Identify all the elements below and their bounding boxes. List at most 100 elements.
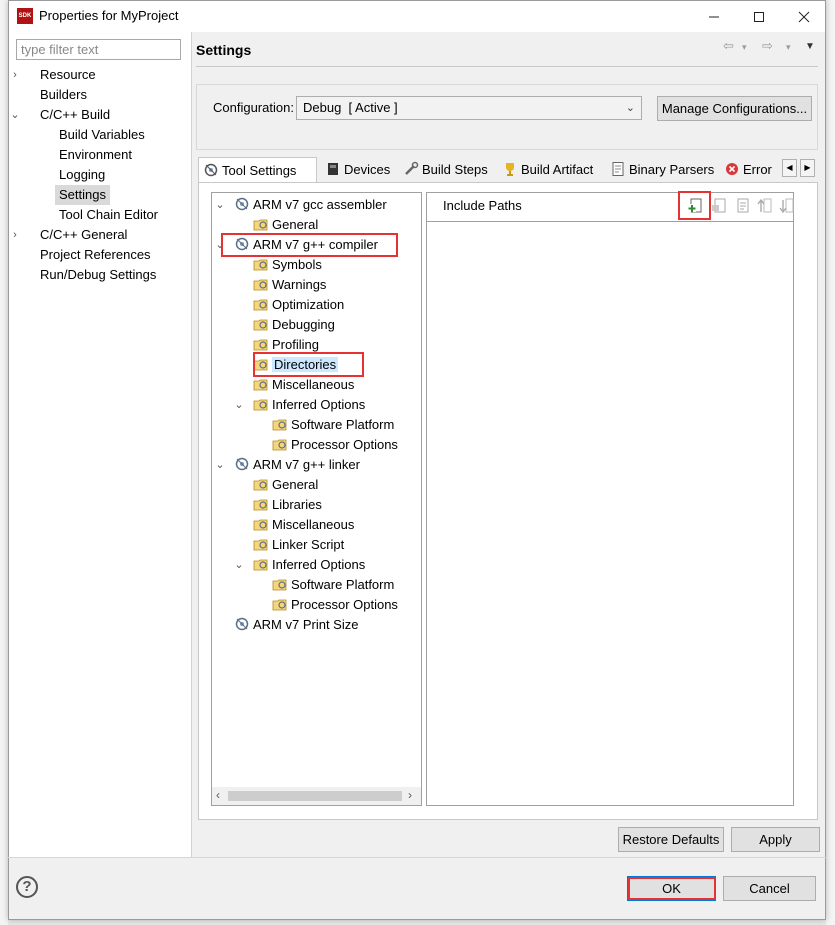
folder-icon <box>253 339 268 351</box>
apply-button[interactable]: Apply <box>731 827 820 852</box>
nav-item-logging[interactable]: Logging <box>59 165 105 185</box>
binary-file-icon <box>612 162 624 176</box>
chevron-down-icon[interactable]: ⌄ <box>233 395 245 415</box>
tool-tree: ⌄ ARM v7 gcc assembler General ⌄ ARM v7 g++ … <box>211 192 422 806</box>
folder-icon <box>272 419 287 431</box>
folder-icon <box>253 559 268 571</box>
tab-label: Error <box>743 162 772 177</box>
chevron-down-icon: ⌄ <box>625 102 635 114</box>
move-down-icon[interactable] <box>778 197 796 215</box>
tree-node-software-platform[interactable]: Software Platform <box>272 415 394 435</box>
background-window-right <box>826 0 835 925</box>
chevron-down-icon[interactable]: ⌄ <box>9 105 21 125</box>
nav-item-build-variables[interactable]: Build Variables <box>59 125 145 145</box>
chevron-down-icon[interactable]: ⌄ <box>233 555 245 575</box>
tree-node-label: ARM v7 Print Size <box>253 617 359 632</box>
move-up-icon[interactable] <box>756 197 774 215</box>
chevron-down-icon[interactable]: ⌄ <box>214 455 226 475</box>
tree-node-label: ARM v7 gcc assembler <box>253 197 387 212</box>
tree-node-miscellaneous[interactable]: Miscellaneous <box>253 515 354 535</box>
folder-icon <box>253 399 268 411</box>
restore-defaults-button[interactable]: Restore Defaults <box>618 827 724 852</box>
help-icon[interactable]: ? <box>16 876 38 898</box>
tree-node-miscellaneous[interactable]: Miscellaneous <box>253 375 354 395</box>
gear-icon <box>204 163 218 177</box>
nav-item-resource[interactable]: Resource <box>40 65 96 85</box>
nav-item-c-c-build[interactable]: C/C++ Build <box>40 105 110 125</box>
cancel-button[interactable]: Cancel <box>723 876 816 901</box>
nav-item-environment[interactable]: Environment <box>59 145 132 165</box>
tree-node-label: Software Platform <box>291 577 395 592</box>
back-dropdown-icon[interactable]: ▾ <box>742 42 747 53</box>
chevron-down-icon[interactable]: ⌄ <box>214 195 226 215</box>
tree-node-debugging[interactable]: Debugging <box>253 315 335 335</box>
tree-node-software-platform[interactable]: Software Platform <box>272 575 394 595</box>
add-workspace-icon[interactable] <box>710 197 728 215</box>
tree-node-label: Processor Options <box>291 437 398 452</box>
tree-node-linker-script[interactable]: Linker Script <box>253 535 344 555</box>
tab-error[interactable]: Error <box>720 157 772 182</box>
nav-item-settings[interactable]: Settings <box>55 185 110 205</box>
tree-node-optimization[interactable]: Optimization <box>253 295 344 315</box>
tree-node-general[interactable]: General <box>253 215 318 235</box>
tab-scroll-left-icon[interactable]: ◀ <box>782 159 797 177</box>
tab-binary-parsers[interactable]: Binary Parsers <box>606 157 714 182</box>
scrollbar-thumb[interactable] <box>228 791 402 801</box>
chevron-right-icon[interactable]: › <box>9 65 21 85</box>
highlight-add-button <box>678 191 711 220</box>
tree-node-libraries[interactable]: Libraries <box>253 495 322 515</box>
tab-label: Build Artifact <box>521 162 594 177</box>
forward-icon[interactable]: ⇨ <box>762 38 773 54</box>
tree-node-symbols[interactable]: Symbols <box>253 255 322 275</box>
nav-item-tool-chain-editor[interactable]: Tool Chain Editor <box>59 205 158 225</box>
tree-node-label: Processor Options <box>291 597 398 612</box>
tree-node-label: Libraries <box>272 497 322 512</box>
nav-item-c-c-general[interactable]: C/C++ General <box>40 225 127 245</box>
tree-node-processor-options[interactable]: Processor Options <box>272 435 398 455</box>
highlight-directories-node <box>253 352 364 377</box>
scroll-right-icon[interactable]: › <box>408 788 412 802</box>
tree-node-arm-v7-print-size[interactable]: ARM v7 Print Size <box>234 615 358 635</box>
scroll-left-icon[interactable]: ‹ <box>216 788 220 802</box>
tree-node-label: Software Platform <box>291 417 395 432</box>
tree-node-inferred-options[interactable]: Inferred Options <box>253 395 365 415</box>
nav-item-builders[interactable]: Builders <box>40 85 87 105</box>
tab-label: Devices <box>344 162 391 177</box>
tree-node-warnings[interactable]: Warnings <box>253 275 326 295</box>
manage-configurations-button[interactable]: Manage Configurations... <box>657 96 812 121</box>
tree-node-label: Inferred Options <box>272 557 366 572</box>
minimize-icon[interactable] <box>695 1 733 32</box>
tab-build-artifact[interactable]: Build Artifact <box>498 157 593 182</box>
tree-node-inferred-options[interactable]: Inferred Options <box>253 555 365 575</box>
tab-label: Build Steps <box>422 162 488 177</box>
edit-icon[interactable] <box>734 197 752 215</box>
include-paths-panel <box>426 192 794 806</box>
tab-build-steps[interactable]: Build Steps <box>399 157 488 182</box>
gear-icon <box>235 457 249 471</box>
tab-label: Binary Parsers <box>629 162 715 177</box>
tree-node-arm-v7-g-linker[interactable]: ARM v7 g++ linker <box>234 455 360 475</box>
nav-item-run-debug-settings[interactable]: Run/Debug Settings <box>40 265 156 285</box>
tree-node-label: Inferred Options <box>272 397 366 412</box>
tab-tool-settings[interactable]: Tool Settings <box>198 157 317 183</box>
maximize-icon[interactable] <box>740 1 778 32</box>
nav-item-project-references[interactable]: Project References <box>40 245 151 265</box>
forward-dropdown-icon[interactable]: ▾ <box>786 42 791 53</box>
close-icon[interactable] <box>785 1 823 32</box>
tree-node-general[interactable]: General <box>253 475 318 495</box>
tree-node-arm-v7-gcc-assembler[interactable]: ARM v7 gcc assembler <box>234 195 387 215</box>
sdk-icon: SDK <box>17 8 33 24</box>
view-menu-icon[interactable]: ▼ <box>805 41 815 52</box>
include-paths-label: Include Paths <box>443 198 522 213</box>
filter-input[interactable] <box>16 39 181 60</box>
chevron-right-icon[interactable]: › <box>9 225 21 245</box>
configuration-label: Configuration: <box>213 100 294 115</box>
configuration-select[interactable]: Debug [ Active ] ⌄ <box>296 96 642 120</box>
tab-devices[interactable]: Devices <box>321 157 390 182</box>
error-icon <box>726 163 738 175</box>
tab-scroll-right-icon[interactable]: ▶ <box>800 159 815 177</box>
back-icon[interactable]: ⇦ <box>723 38 734 54</box>
tree-node-label: General <box>272 217 319 232</box>
tree-node-label: Miscellaneous <box>272 517 355 532</box>
tree-node-processor-options[interactable]: Processor Options <box>272 595 398 615</box>
